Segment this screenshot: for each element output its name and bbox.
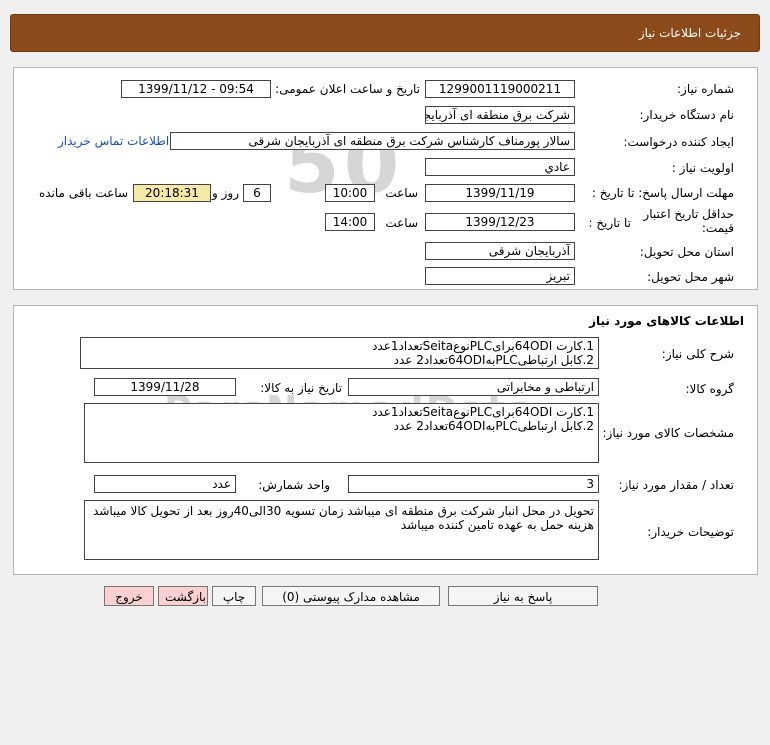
summary-line-1: 1.کارت 64ODIبرایPLCنوعSeitaتعداد1عدد [372, 339, 594, 353]
notes-label: توضیحات خریدار: [647, 525, 734, 539]
qty-label: تعداد / مقدار مورد نیاز: [618, 478, 734, 492]
priority-label: اولویت نیاز : [671, 161, 734, 175]
unit-label: واحد شمارش: [258, 478, 330, 492]
requester-label: ایجاد کننده درخواست: [623, 135, 734, 149]
notes-line-1: تحویل در محل انبار شرکت برق منطقه ای میب… [93, 504, 594, 518]
validity-time-label: ساعت [385, 216, 418, 230]
priority-field: عادي [425, 158, 575, 176]
spec-line-2: 2.کابل ارتباطیPLCبه64ODIتعداد2 عدد [393, 419, 594, 433]
remaining-label: ساعت باقی مانده [38, 186, 128, 200]
validity-label: حداقل تاریخ اعتبار قیمت: [643, 207, 734, 235]
validity-date-field: 1399/12/23 [425, 213, 575, 231]
back-button[interactable]: بازگشت [158, 586, 208, 606]
announce-datetime-field: 1399/11/12 - 09:54 [121, 80, 271, 98]
deadline-time-label: ساعت [385, 186, 418, 200]
need-number-field: 1299001119000211 [425, 80, 575, 98]
group-field: ارتباطی و مخابراتی [348, 378, 599, 396]
deadline-time-field: 10:00 [325, 184, 375, 202]
days-label: روز و [212, 186, 239, 200]
province-field: آذربایجان شرقی [425, 242, 575, 260]
attachments-button[interactable]: مشاهده مدارک پیوستی (0) [262, 586, 440, 606]
notes-line-2: هزینه حمل به عهده تامین کننده میباشد [400, 518, 594, 532]
exit-button[interactable]: خروج [104, 586, 154, 606]
buyer-contact-link[interactable]: اطلاعات تماس خریدار [58, 134, 169, 148]
reply-button[interactable]: پاسخ به نیاز [448, 586, 598, 606]
requester-field: سالار پورمناف کارشناس شرکت برق منطقه ای … [170, 132, 575, 150]
need-date-label: تاریخ نیاز به کالا: [260, 381, 342, 395]
summary-field: 1.کارت 64ODIبرایPLCنوعSeitaتعداد1عدد 2.ک… [80, 337, 599, 369]
summary-line-2: 2.کابل ارتباطیPLCبه64ODIتعداد2 عدد [393, 353, 594, 367]
header-bar: جزئیات اطلاعات نیاز [10, 14, 760, 52]
unit-field: عدد [94, 475, 236, 493]
province-label: استان محل تحویل: [639, 245, 734, 259]
group-label: گروه کالا: [685, 382, 735, 396]
validity-to-label: تا تاریخ : [588, 216, 631, 230]
need-number-label: شماره نیاز: [677, 82, 734, 96]
deadline-date-field: 1399/11/19 [425, 184, 575, 202]
spec-line-1: 1.کارت 64ODIبرایPLCنوعSeitaتعداد1عدد [372, 405, 594, 419]
print-button[interactable]: چاپ [212, 586, 256, 606]
spec-label: مشخصات کالای مورد نیاز: [602, 426, 734, 440]
announce-label: تاریخ و ساعت اعلان عمومی: [275, 82, 420, 96]
qty-field: 3 [348, 475, 599, 493]
validity-time-field: 14:00 [325, 213, 375, 231]
summary-label: شرح کلی نیاز: [661, 347, 734, 361]
spec-field: 1.کارت 64ODIبرایPLCنوعSeitaتعداد1عدد 2.ک… [84, 403, 599, 463]
deadline-label: مهلت ارسال پاسخ: تا تاریخ : [591, 186, 734, 200]
need-date-field: 1399/11/28 [94, 378, 236, 396]
city-field: تبریز [425, 267, 575, 285]
notes-field: تحویل در محل انبار شرکت برق منطقه ای میب… [84, 500, 599, 560]
goods-section-title: اطلاعات کالاهای مورد نیاز [589, 314, 744, 328]
city-label: شهر محل تحویل: [647, 270, 734, 284]
buyer-label: نام دستگاه خریدار: [639, 108, 735, 122]
buyer-field: شرکت برق منطقه ای آذربایجان شرقی [425, 106, 575, 124]
remaining-time-field: 20:18:31 [133, 184, 211, 202]
remaining-days-field: 6 [243, 184, 271, 202]
page-title: جزئیات اطلاعات نیاز [638, 26, 741, 40]
